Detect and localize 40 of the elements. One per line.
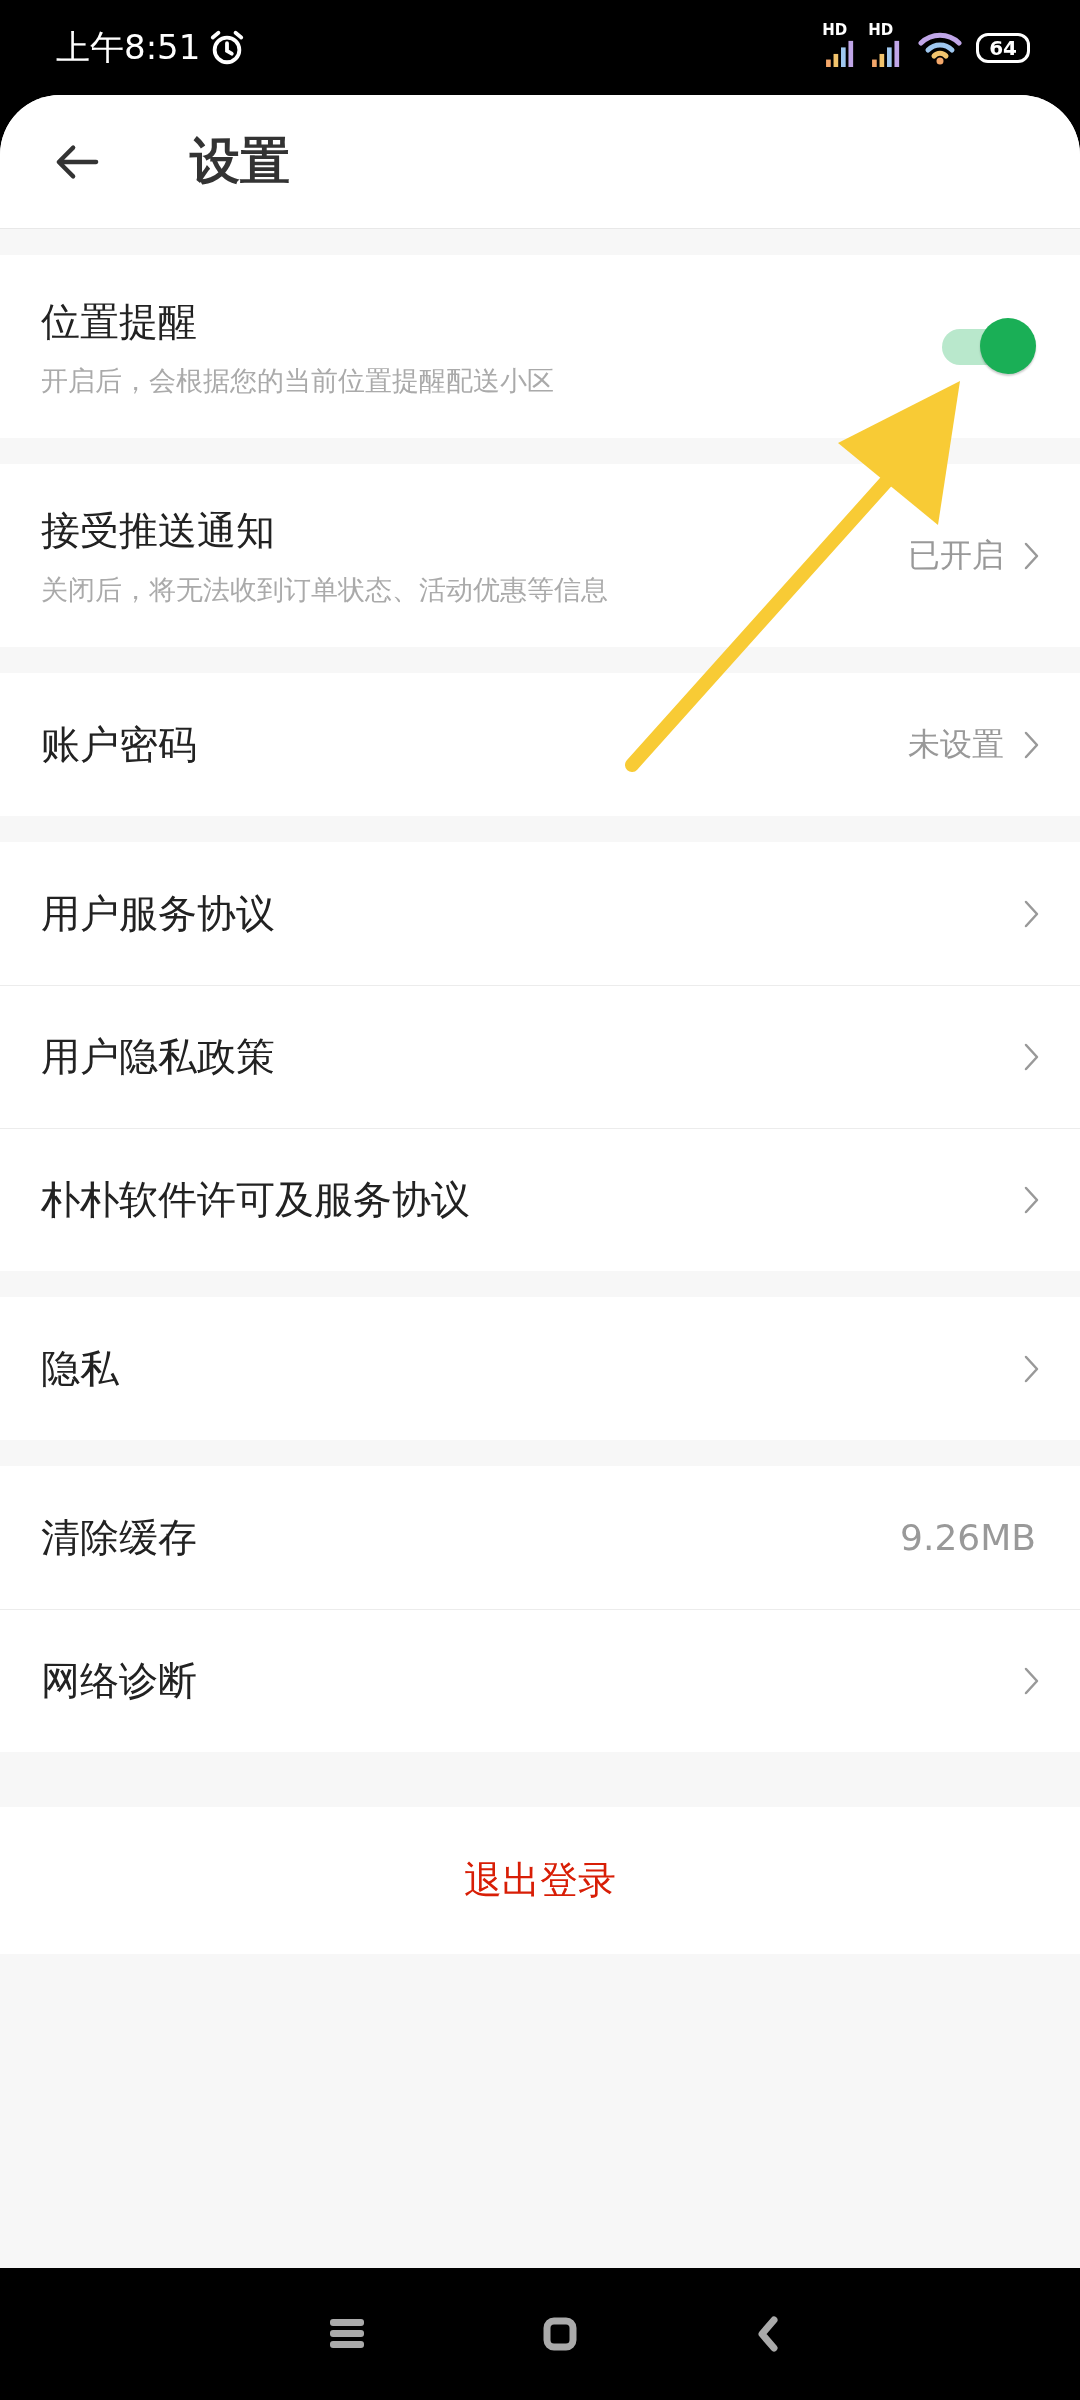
item-label: 接受推送通知 xyxy=(41,506,276,555)
item-label: 网络诊断 xyxy=(41,1657,198,1705)
chevron-icon xyxy=(1024,1186,1040,1214)
item-label: 隐私 xyxy=(41,1344,120,1393)
chevron-icon xyxy=(1024,899,1040,928)
page-title: 设置 xyxy=(190,131,290,192)
menu-icon[interactable] xyxy=(329,2319,364,2349)
chevron-icon xyxy=(1024,1667,1040,1695)
item-description: 关闭后，将无法收到订单状态、活动优惠等信息 xyxy=(41,572,609,607)
item-label: 朴朴软件许可及服务协议 xyxy=(41,1176,471,1224)
battery-indicator: 64 xyxy=(976,32,1030,63)
chevron-icon xyxy=(1024,541,1040,570)
item-label: 账户密码 xyxy=(41,720,198,769)
settings-item[interactable]: 用户服务协议 xyxy=(0,842,1080,985)
settings-item[interactable]: 接受推送通知 关闭后，将无法收到订单状态、活动优惠等信息 已开启 xyxy=(0,464,1080,647)
settings-item[interactable]: 隐私 xyxy=(0,1297,1080,1440)
network-label: HD xyxy=(868,20,894,39)
settings-item[interactable]: 位置提醒 开启后，会根据您的当前位置提醒配送小区 xyxy=(0,255,1080,438)
status-time: 上午8:51 xyxy=(56,25,201,69)
settings-item[interactable]: 网络诊断 xyxy=(0,1609,1080,1752)
item-label: 位置提醒 xyxy=(41,297,198,346)
chevron-icon xyxy=(1024,1354,1040,1383)
settings-item[interactable]: 账户密码 未设置 xyxy=(0,673,1080,816)
network-label: HD xyxy=(822,20,848,39)
item-value: 未设置 xyxy=(908,723,1004,765)
chevron-icon xyxy=(1024,1043,1040,1071)
settings-item[interactable]: 用户隐私政策 xyxy=(0,985,1080,1128)
settings-item[interactable]: 清除缓存 9.26MB xyxy=(0,1466,1080,1609)
settings-item[interactable]: 朴朴软件许可及服务协议 xyxy=(0,1128,1080,1271)
item-description: 开启后，会根据您的当前位置提醒配送小区 xyxy=(41,363,555,398)
item-value: 已开启 xyxy=(908,534,1004,576)
item-label: 清除缓存 xyxy=(41,1513,198,1562)
back-icon[interactable] xyxy=(756,2316,781,2352)
item-value: 9.26MB xyxy=(900,1517,1036,1558)
wifi-icon xyxy=(918,30,963,65)
item-label: 用户隐私政策 xyxy=(41,1033,276,1081)
home-icon[interactable] xyxy=(543,2317,577,2351)
chevron-icon xyxy=(1024,730,1040,759)
logout-button[interactable]: 退出登录 xyxy=(0,1807,1080,1954)
item-label: 用户服务协议 xyxy=(41,889,276,938)
